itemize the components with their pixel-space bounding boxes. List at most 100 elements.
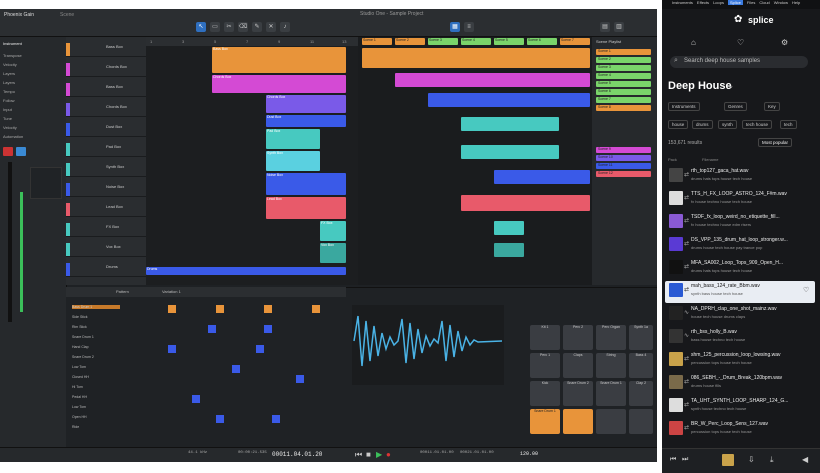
scene-header[interactable]: Scene 7 [560,38,590,45]
step-on[interactable] [312,305,320,313]
drum-row-label[interactable]: Low Tom [72,405,86,409]
scene-item[interactable]: Scene 2 [596,57,651,63]
scene-header[interactable]: Scene 5 [494,38,524,45]
scene-item[interactable]: Scene 10 [596,155,651,161]
scene-item[interactable]: Scene 9 [596,147,651,153]
next-icon[interactable]: ⏭ [682,456,688,464]
menu-item[interactable]: Instruments [672,0,693,5]
drum-pad[interactable] [629,409,653,434]
track-header[interactable]: Chords Box [66,63,146,77]
audio-clip[interactable]: Vox Box [320,243,346,263]
record-icon[interactable]: ● [386,450,391,459]
split-tool-icon[interactable]: ✂ [224,22,234,32]
eraser-tool-icon[interactable]: ⌫ [238,22,248,32]
audio-clip[interactable]: Synth Box [266,151,320,171]
waveform-editor[interactable] [352,305,504,385]
scene-item[interactable]: Scene 4 [596,73,651,79]
tag-chip[interactable]: house [668,120,689,129]
drum-row-label[interactable]: Rim Stick [72,325,87,329]
scene-header[interactable]: Scene 6 [527,38,557,45]
step-on[interactable] [264,325,272,333]
filter-instruments[interactable]: Instruments [668,102,700,111]
drum-pad[interactable]: Bass 4 [629,353,653,378]
drum-row-label[interactable]: Bass Drum 1 [72,305,120,309]
variation-select[interactable]: Variation 1 [162,289,181,294]
audio-clip[interactable]: Drums [146,267,346,275]
track-header[interactable]: Pad Box [66,143,146,157]
drag-icon[interactable]: ⤓ [770,455,774,465]
record-arm-button[interactable] [3,147,13,156]
drum-pad[interactable]: Snare Drum 1 [530,409,560,434]
step-on[interactable] [272,415,280,423]
step-on[interactable] [296,375,304,383]
heart-icon[interactable]: ♡ [737,38,744,47]
menu-item[interactable]: Window [774,0,788,5]
volume-fader[interactable] [8,162,12,322]
prev-icon[interactable]: ⏮ [670,456,676,464]
listen-tool-icon[interactable]: ♪ [280,22,290,32]
scene-item[interactable]: Scene 5 [596,81,651,87]
menu-item[interactable]: Cloud [759,0,769,5]
step-on[interactable] [264,305,272,313]
menu-item[interactable]: Help [792,0,800,5]
step-on[interactable] [216,415,224,423]
drum-pad[interactable]: Kick [530,381,560,406]
range-tool-icon[interactable]: ▭ [210,22,220,32]
sample-row[interactable]: ⇄ TTS_H_FX_LOOP_ASTRO_124_F#m.wav fx house… [665,189,815,211]
monitor-button[interactable] [16,147,26,156]
track-header[interactable]: Lead Box [66,203,146,217]
sample-row[interactable]: ⇄ TSDF_fx_loop_weird_no_etiquette_fill...… [665,212,815,234]
heart-icon[interactable]: ♡ [803,286,809,294]
launcher-clip-row[interactable] [461,117,559,131]
launcher-clip-row[interactable] [494,221,524,235]
drum-row-label[interactable]: Hi Tom [72,385,83,389]
filter-key[interactable]: Key [764,102,780,111]
audio-clip[interactable]: Lead Box [266,197,346,219]
scene-item[interactable]: Scene 1 [596,49,651,55]
scene-item[interactable]: Scene 7 [596,97,651,103]
step-on[interactable] [192,395,200,403]
settings-icon[interactable]: ⚙ [781,38,788,47]
scene-item[interactable]: Scene 3 [596,65,651,71]
step-sequencer-grid[interactable] [150,305,346,435]
grid-view-icon[interactable]: ▦ [450,22,460,32]
launcher-clip-row[interactable] [428,93,590,107]
scene-header[interactable]: Scene 4 [461,38,491,45]
sample-row[interactable]: ∿ NA_DPRH_clap_one_shot_mainz.wav house te… [665,304,815,326]
scene-item[interactable]: Scene 8 [596,105,651,111]
filter-genres[interactable]: Genres [724,102,747,111]
volume-icon[interactable]: ◀ [802,455,808,464]
launcher-grid[interactable]: Scene 1 Scene 2 Scene 3 Scene 4 Scene 5 … [358,37,592,285]
drum-pad[interactable] [563,409,593,434]
audio-clip[interactable]: Chords Box [212,75,346,93]
drum-row-label[interactable]: Snare Drum 1 [72,335,94,339]
arrow-tool-icon[interactable]: ↖ [196,22,206,32]
track-header[interactable]: Bass Box [66,83,146,97]
track-header[interactable]: Synth Box [66,163,146,177]
menu-item[interactable]: Files [747,0,755,5]
track-header[interactable]: Dust Box [66,123,146,137]
sample-row[interactable]: ⇄ DS_VPP_135_drum_hat_loop_stronger.w... d… [665,235,815,257]
sample-row[interactable]: ⇄ rth_top127_gaca_hat.wav drums hats tops … [665,166,815,188]
drum-pad[interactable]: Perc 1 [530,353,560,378]
launcher-clip-row[interactable] [494,243,524,257]
play-icon[interactable]: ▶ [376,450,382,459]
sample-row[interactable]: ⇄ MFA_SA002_Loop_Tops_909_Open_H... drums … [665,258,815,280]
step-on[interactable] [168,345,176,353]
audio-clip[interactable]: Bass Box [212,47,346,73]
tag-chip[interactable]: tech [780,120,797,129]
drum-pad[interactable]: Perc Organ [596,325,626,350]
drum-pad[interactable]: Clap 2 [629,381,653,406]
drum-pad[interactable]: Snare Drum 1 [596,381,626,406]
drum-row-label[interactable]: Side Stick [72,315,88,319]
drum-row-label[interactable]: Low Tom [72,365,86,369]
track-header[interactable]: Vox Box [66,243,146,257]
pencil-tool-icon[interactable]: ✎ [252,22,262,32]
step-on[interactable] [216,305,224,313]
drum-row-label[interactable]: Closed HH [72,375,89,379]
arrangement-view[interactable]: 1 3 5 7 9 11 13 Bass Box Chords Box Chor… [146,37,358,285]
scene-item[interactable]: Scene 6 [596,89,651,95]
launcher-clip-row[interactable] [362,48,590,68]
launcher-clip-row[interactable] [395,73,590,87]
tag-chip[interactable]: tech house [742,120,773,129]
